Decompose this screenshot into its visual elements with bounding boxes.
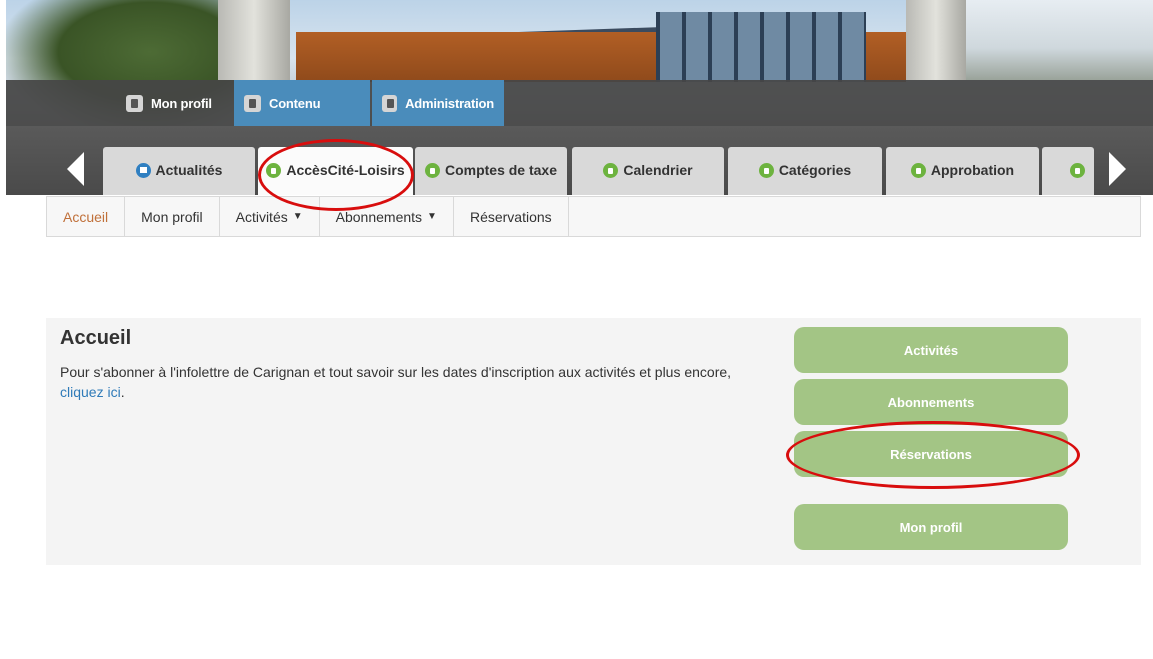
leaf-icon — [603, 162, 619, 178]
tab-label: Comptes de taxe — [444, 162, 558, 178]
banner-glass-facade — [656, 12, 866, 82]
banner-pillar — [218, 0, 290, 80]
caret-down-icon: ▼ — [427, 211, 437, 222]
admin-administration-button[interactable]: Administration — [372, 80, 504, 126]
tab-comptes-de-taxe[interactable]: Comptes de taxe — [415, 147, 567, 195]
intro-end: . — [120, 384, 125, 400]
app-window: Mon profil Contenu Administration Actual… — [0, 0, 1153, 659]
subnav-label: Mon profil — [141, 208, 203, 225]
tab-label: Catégories — [778, 162, 852, 178]
admin-bar: Mon profil Contenu Administration — [6, 80, 1153, 126]
admin-item-label: Contenu — [269, 95, 321, 111]
scroll-left-arrow-icon[interactable] — [67, 152, 84, 186]
leaf-icon — [1070, 162, 1085, 178]
admin-mon-profil-button[interactable]: Mon profil — [116, 80, 222, 126]
leaf-icon — [910, 162, 926, 178]
abonnements-button[interactable]: Abonnements — [794, 379, 1068, 425]
banner-sky — [966, 0, 1153, 80]
sub-navigation: Accueil Mon profil Activités ▼ Abonnemen… — [46, 196, 1141, 237]
admin-item-label: Mon profil — [151, 95, 212, 111]
banner-pillar — [906, 0, 966, 80]
subnav-label: Réservations — [469, 208, 552, 225]
tab-actualites[interactable]: Actualités — [103, 147, 255, 195]
subnav-reservations[interactable]: Réservations — [454, 197, 569, 236]
document-icon — [244, 94, 261, 112]
tab-label: Approbation — [930, 162, 1015, 178]
mon-profil-button[interactable]: Mon profil — [794, 504, 1068, 550]
tab-categories[interactable]: Catégories — [728, 147, 882, 195]
tab-approbation[interactable]: Approbation — [886, 147, 1039, 195]
leaf-icon — [758, 162, 774, 178]
leaf-icon — [266, 162, 282, 178]
intro-text: Pour s'abonner à l'infolettre de Carigna… — [60, 364, 732, 380]
admin-item-label: Administration — [405, 95, 494, 111]
tab-label: AccèsCité-Loisirs — [286, 162, 405, 178]
subnav-mon-profil[interactable]: Mon profil — [125, 197, 220, 236]
activites-button[interactable]: Activités — [794, 327, 1068, 373]
tab-label: Actualités — [155, 162, 223, 178]
home-icon — [135, 162, 151, 178]
tab-next-partial[interactable] — [1042, 147, 1094, 195]
tab-calendrier[interactable]: Calendrier — [572, 147, 724, 195]
newsletter-link[interactable]: cliquez ici — [60, 384, 121, 400]
subnav-label: Activités — [235, 208, 288, 225]
tab-bar: Actualités AccèsCité-Loisirs Comptes de … — [6, 126, 1153, 195]
subnav-abonnements[interactable]: Abonnements ▼ — [320, 197, 454, 236]
page-title: Accueil — [60, 327, 132, 349]
person-icon — [126, 94, 143, 112]
subnav-label: Accueil — [63, 208, 109, 225]
subnav-accueil[interactable]: Accueil — [47, 197, 126, 236]
intro-paragraph: Pour s'abonner à l'infolettre de Carigna… — [60, 362, 760, 402]
admin-contenu-button[interactable]: Contenu — [234, 80, 370, 126]
caret-down-icon: ▼ — [292, 211, 303, 222]
reservations-button[interactable]: Réservations — [794, 431, 1068, 477]
subnav-label: Abonnements — [335, 208, 423, 225]
subnav-activites[interactable]: Activités ▼ — [220, 197, 320, 236]
settings-icon — [382, 94, 398, 112]
main-content: Accueil Pour s'abonner à l'infolettre de… — [46, 318, 1141, 565]
scroll-right-arrow-icon[interactable] — [1109, 152, 1126, 186]
tab-label: Calendrier — [623, 162, 693, 178]
leaf-icon — [424, 162, 440, 178]
tab-accescite-loisirs[interactable]: AccèsCité-Loisirs — [258, 147, 413, 195]
